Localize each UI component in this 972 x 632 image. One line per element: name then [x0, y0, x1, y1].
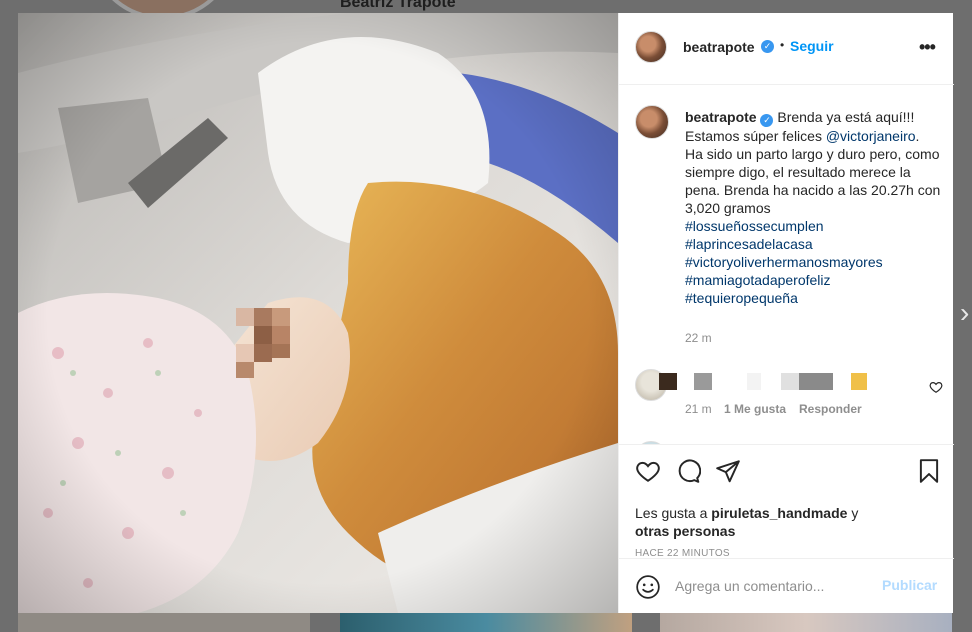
- post-modal: beatrapote ✓ • Seguir ••• beatrapote ✓ B…: [18, 13, 954, 613]
- reply-button[interactable]: Responder: [799, 402, 862, 416]
- post-caption: beatrapote ✓ Brenda ya está aquí!!! Esta…: [685, 108, 941, 307]
- hashtag-link[interactable]: #tequieropequeña: [685, 289, 941, 307]
- heart-icon[interactable]: [635, 458, 661, 484]
- separator-dot: •: [780, 38, 785, 52]
- paper-plane-icon[interactable]: [715, 458, 741, 484]
- verified-badge-icon: ✓: [761, 40, 774, 53]
- caption-username[interactable]: beatrapote: [685, 109, 757, 125]
- likes-conjunction: y: [847, 505, 859, 521]
- more-options-icon[interactable]: •••: [919, 38, 939, 56]
- censored-comment-text: [694, 373, 712, 390]
- post-header: beatrapote ✓ • Seguir •••: [619, 13, 954, 85]
- verified-badge-icon: ✓: [760, 114, 774, 127]
- grid-thumbnail[interactable]: [18, 612, 310, 632]
- likes-prefix: Les gusta a: [635, 505, 712, 521]
- publish-button[interactable]: Publicar: [882, 577, 937, 593]
- add-comment-bar: Publicar: [619, 558, 954, 613]
- likes-others-link[interactable]: otras personas: [635, 523, 735, 539]
- caption-author-avatar[interactable]: [635, 105, 669, 139]
- post-side-panel: beatrapote ✓ • Seguir ••• beatrapote ✓ B…: [618, 13, 954, 613]
- caption-timestamp: 22 m: [685, 331, 712, 345]
- censored-comment-text: [851, 373, 867, 390]
- comment-timestamp: 21 m: [685, 402, 712, 416]
- post-actions: Les gusta a piruletas_handmade y otras p…: [619, 444, 954, 559]
- hashtag-link[interactable]: #lossueñossecumplen: [685, 217, 941, 235]
- hashtag-link[interactable]: #mamiagotadaperofeliz: [685, 271, 941, 289]
- comment-likes[interactable]: 1 Me gusta: [724, 402, 786, 416]
- comment-heart-icon[interactable]: [929, 380, 943, 394]
- censored-comment-text: [659, 373, 677, 390]
- likes-summary: Les gusta a piruletas_handmade y otras p…: [635, 504, 935, 540]
- liker-username[interactable]: piruletas_handmade: [711, 505, 847, 521]
- caption-mention[interactable]: @victorjaneiro: [826, 128, 916, 144]
- hashtag-link[interactable]: #victoryoliverhermanosmayores: [685, 253, 941, 271]
- author-username[interactable]: beatrapote: [683, 39, 755, 55]
- grid-thumbnail[interactable]: [660, 612, 952, 632]
- censored-comment-text: [799, 373, 833, 390]
- censored-comment-text: [781, 373, 799, 390]
- censored-comment-text: [747, 373, 761, 390]
- post-photo[interactable]: [18, 13, 618, 613]
- author-avatar[interactable]: [635, 31, 667, 63]
- bookmark-icon[interactable]: [916, 458, 942, 484]
- post-photo-image: [18, 13, 618, 613]
- hashtag-link[interactable]: #laprincesadelacasa: [685, 235, 941, 253]
- follow-button[interactable]: Seguir: [790, 38, 834, 54]
- comments-section[interactable]: beatrapote ✓ Brenda ya está aquí!!! Esta…: [619, 86, 954, 444]
- comment-input[interactable]: [675, 574, 875, 598]
- profile-name-background: Beatriz Trapote: [340, 0, 456, 11]
- chevron-right-icon[interactable]: ›: [960, 298, 972, 328]
- grid-thumbnail[interactable]: [340, 612, 632, 632]
- comment-bubble-icon[interactable]: [675, 458, 701, 484]
- emoji-icon[interactable]: [635, 574, 661, 600]
